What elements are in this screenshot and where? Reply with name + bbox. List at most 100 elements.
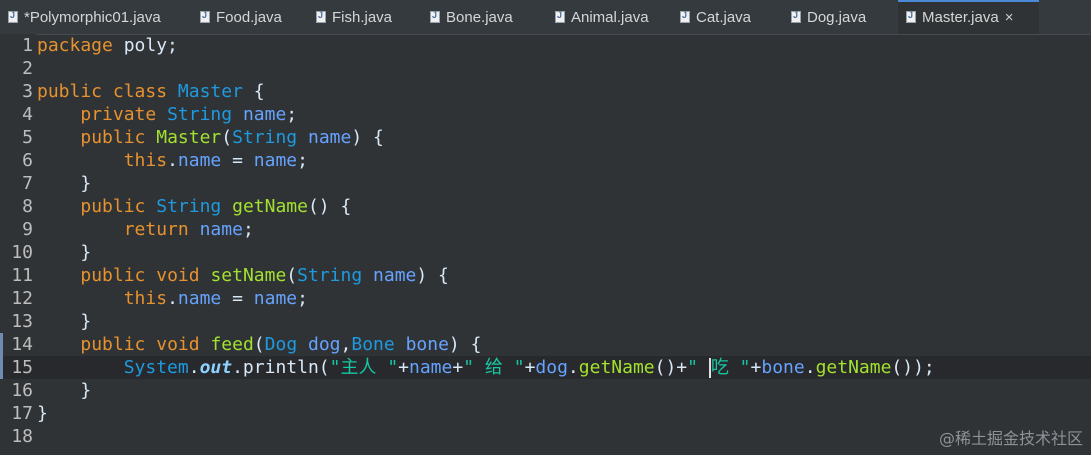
code-line[interactable]: 2 [0,57,1091,80]
java-file-icon [555,10,565,23]
tab-bone-java[interactable]: Bone.java [422,0,547,34]
java-file-icon [791,10,801,23]
code-text: } [37,241,91,264]
code-token: . [567,357,579,378]
code-line[interactable]: 4 private String name; [0,103,1091,126]
code-token: ()); [891,357,935,378]
code-line[interactable]: 11 public void setName(String name) { [0,264,1091,287]
code-token: } [37,242,92,263]
line-number: 6 [22,150,33,171]
code-line[interactable]: 13 } [0,310,1091,333]
code-line[interactable]: 12 this.name = name; [0,287,1091,310]
code-token: + [750,357,762,378]
line-number: 16 [11,380,33,401]
code-token: } [37,403,48,424]
code-token: { [242,81,265,102]
code-token: feed [210,334,254,355]
code-token: 吃 " [710,357,751,378]
code-line[interactable]: 10 } [0,241,1091,264]
code-line[interactable]: 3 public class Master { [0,80,1091,103]
code-line[interactable]: 18 [0,425,1091,448]
line-number: 8 [22,196,33,217]
tab-label: Animal.java [571,8,649,26]
code-token: ; [297,288,308,309]
close-icon[interactable]: × [1005,9,1014,26]
editor-tab-bar: *Polymorphic01.java Food.java Fish.java Bon… [0,0,1091,35]
code-token: public [37,81,103,102]
line-number: 4 [22,104,33,125]
code-token: bone [761,357,805,378]
tab-label: Cat.java [696,8,752,26]
line-number: 9 [22,219,33,240]
code-token: Bone [351,334,395,355]
code-line[interactable]: 8 public String getName() { [0,195,1091,218]
code-text: this.name = name; [37,287,308,310]
tab-label: Fish.java [332,8,393,26]
tab-cat-java[interactable]: Cat.java [672,0,783,34]
code-text: return name; [37,218,254,241]
line-number: 5 [22,127,33,148]
code-token: dog [308,334,341,355]
watermark: @稀土掘金技术社区 [938,429,1083,448]
code-text: public String getName() { [37,195,351,218]
code-line[interactable]: 9 return name; [0,218,1091,241]
tab-label: *Polymorphic01.java [24,8,161,26]
code-text: } [37,379,91,402]
code-text: } [37,310,91,333]
code-token: void [156,334,200,355]
line-number: 13 [11,311,33,332]
code-token: class [112,81,168,102]
line-number: 14 [11,334,33,355]
code-token: name [307,127,352,148]
code-line[interactable]: 5 public Master(String name) { [0,126,1091,149]
code-text: package poly; [37,34,178,57]
code-line[interactable]: 1 package poly; [0,34,1091,57]
tab-master-java[interactable]: Master.java × [898,0,1039,34]
code-token: ) { [351,127,384,148]
tab-food-java[interactable]: Food.java [192,0,308,34]
line-number: 17 [11,403,33,424]
code-token: . [167,288,178,309]
tab-animal-java[interactable]: Animal.java [547,0,672,34]
code-line[interactable]: 14 public void feed(Dog dog,Bone bone) { [0,333,1091,356]
code-text: public Master(String name) { [37,126,384,149]
code-text: private String name; [37,103,297,126]
code-line[interactable]: 17} [0,402,1091,425]
tab-polymorphic01-java[interactable]: *Polymorphic01.java [0,0,192,34]
code-token: String [232,127,298,148]
code-token: = [221,150,254,171]
code-line[interactable]: 15 System.out.println("主人 "+name+" 给 "+d… [0,356,1091,379]
code-token: package [37,35,113,56]
java-file-icon [680,10,690,23]
code-token: ()+ [654,357,688,378]
code-line[interactable]: 7 } [0,172,1091,195]
code-token: this [123,288,168,309]
code-token: String [167,104,233,125]
code-token: name [199,219,243,240]
code-token: getName [232,196,308,217]
code-token: name [253,288,298,309]
java-file-icon [316,10,326,23]
code-token: out [199,357,233,378]
code-editor[interactable]: 1 package poly; 2 3 public class Master {4 p… [0,34,1091,455]
tab-fish-java[interactable]: Fish.java [308,0,422,34]
tab-dog-java[interactable]: Dog.java [783,0,898,34]
line-number: 11 [11,265,33,286]
code-token: ) { [448,334,482,355]
code-line[interactable]: 6 this.name = name; [0,149,1091,172]
java-file-icon [8,10,18,23]
code-line[interactable]: 16 } [0,379,1091,402]
code-token: } [37,380,92,401]
